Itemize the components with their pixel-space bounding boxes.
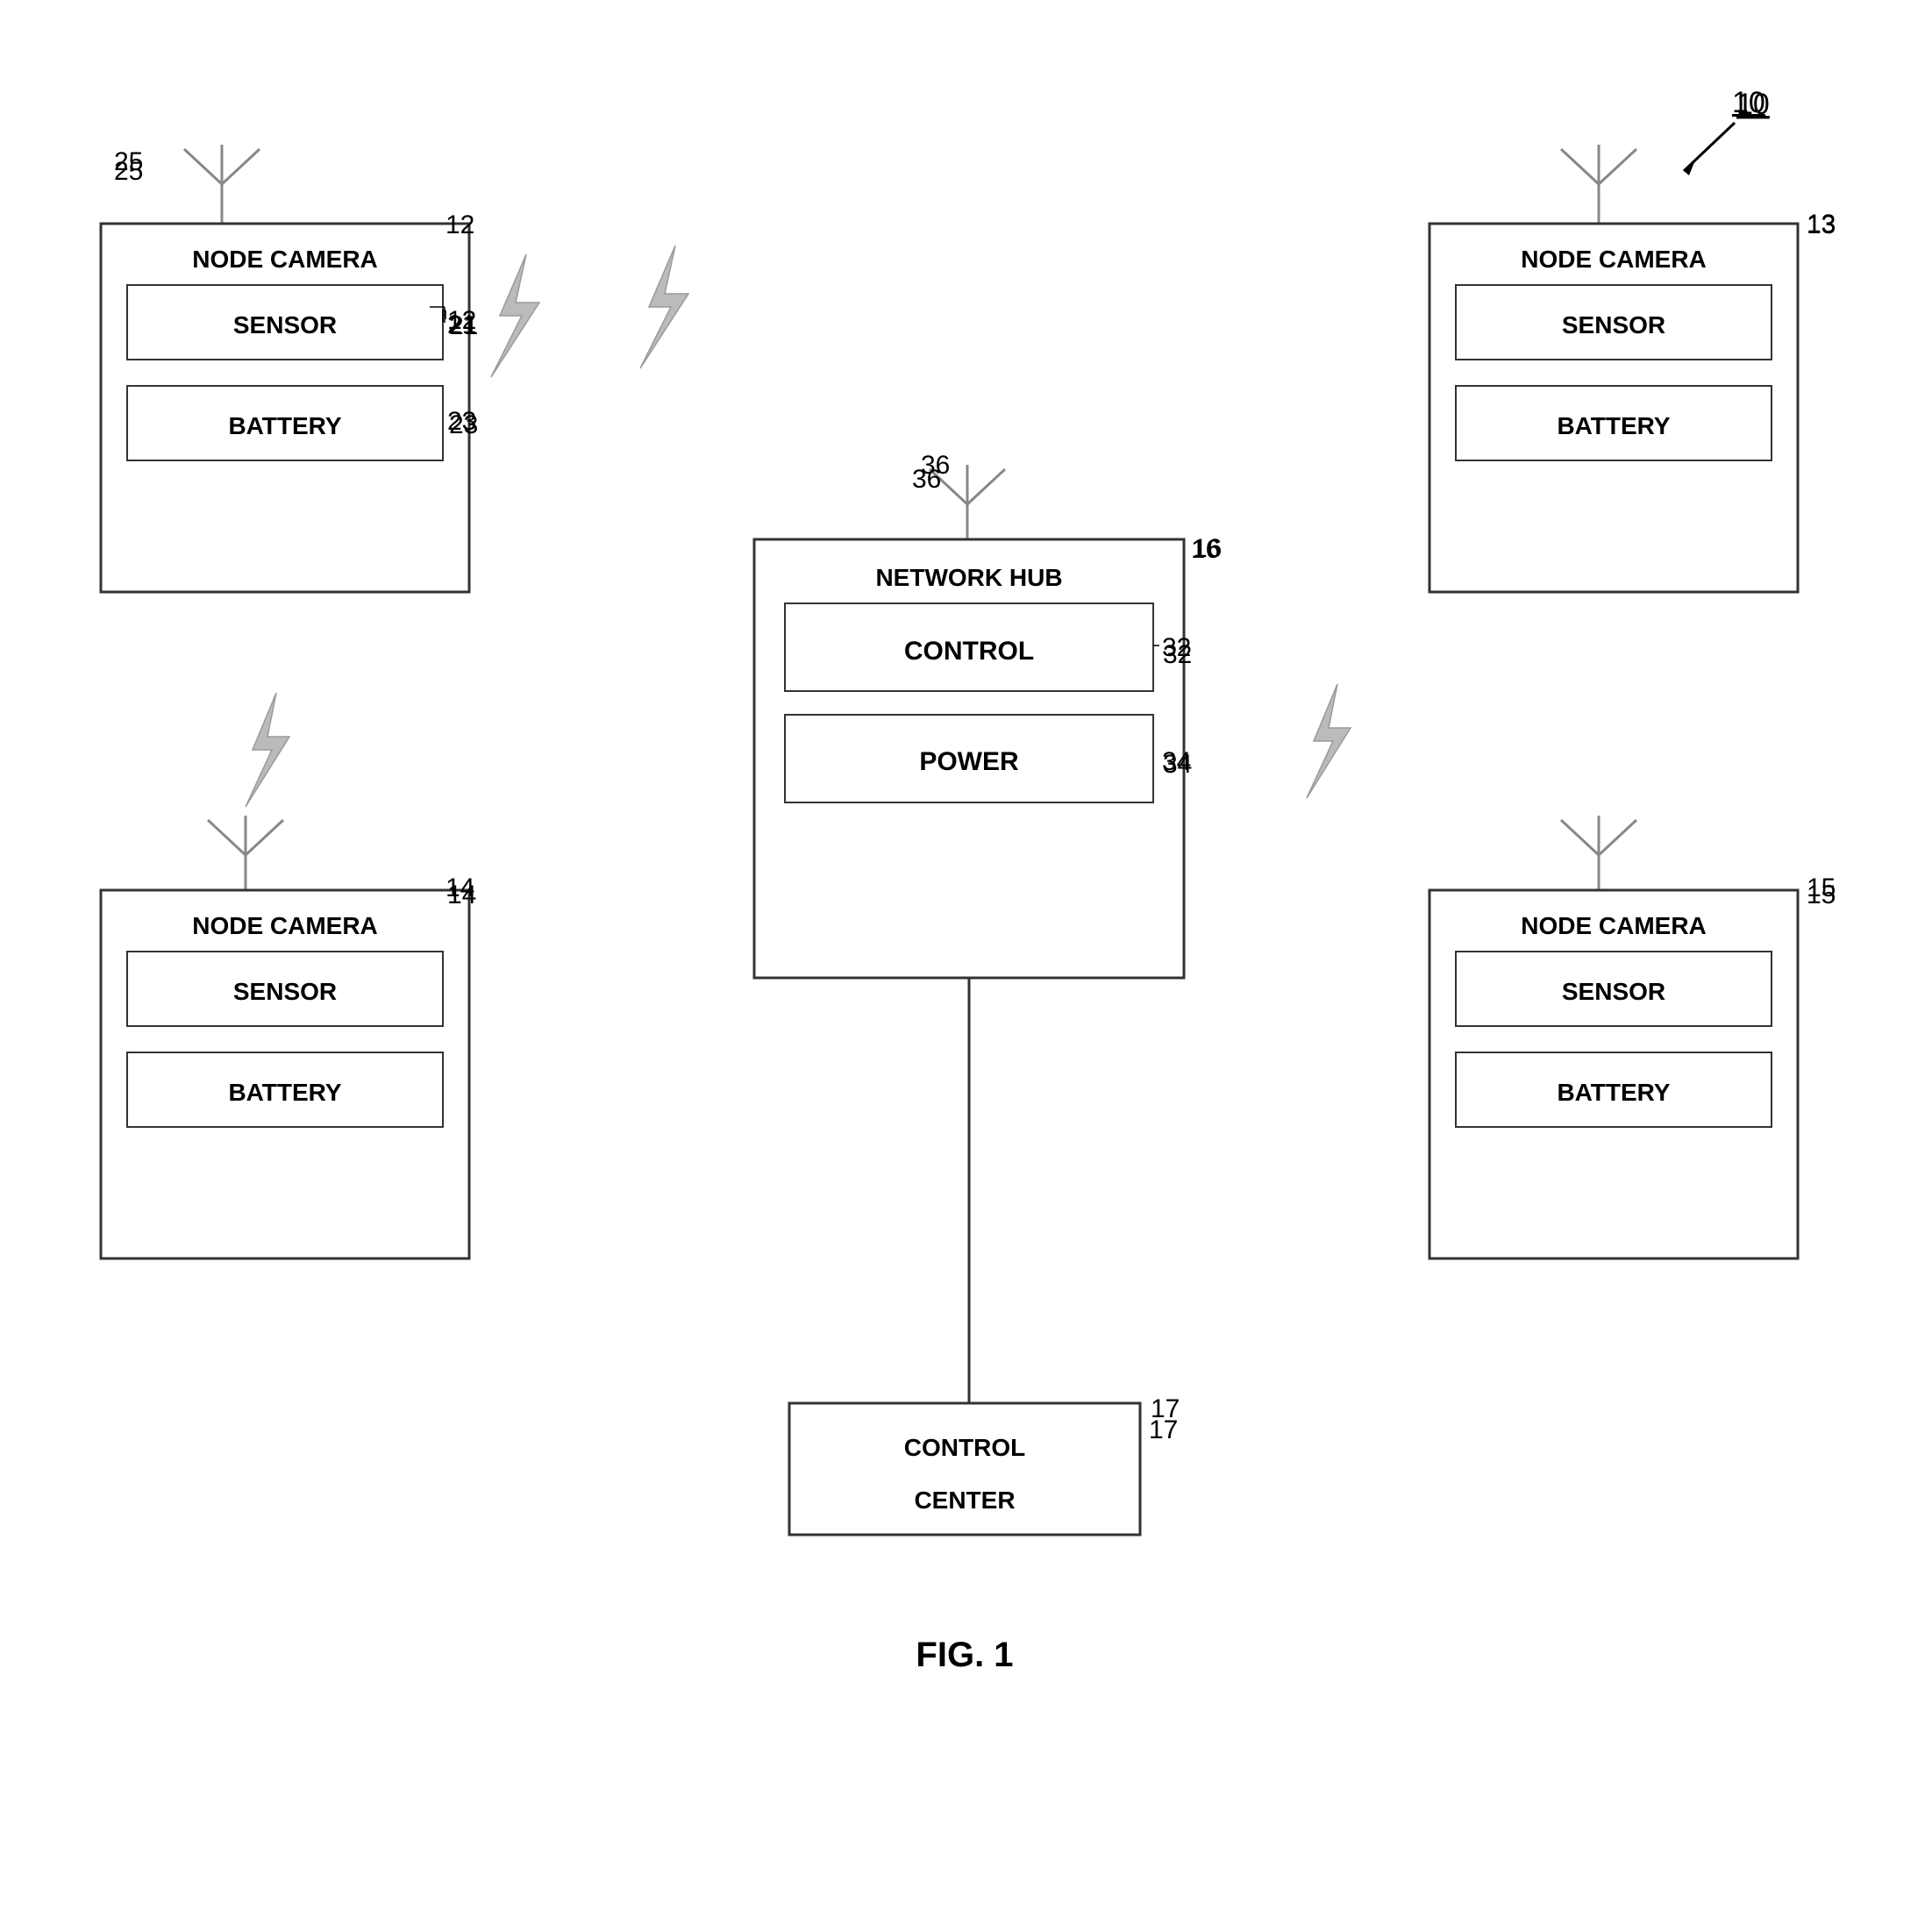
lightning-2 (640, 246, 688, 368)
lightning-3 (246, 693, 289, 807)
node15-battery: BATTERY (1557, 1079, 1670, 1106)
cc-label2: CENTER (914, 1487, 1015, 1514)
label-12: 12 (446, 210, 474, 240)
label-16: 16 (1191, 535, 1220, 565)
node13-title: NODE CAMERA (1521, 246, 1707, 273)
node12-title: NODE CAMERA (192, 246, 378, 273)
fig-label: FIG. 1 (916, 1636, 1013, 1674)
label-13: 13 (1807, 210, 1836, 240)
node13-sensor: SENSOR (1562, 311, 1665, 339)
lightning-4 (1307, 684, 1351, 798)
label-15: 15 (1807, 873, 1836, 903)
hub-control: CONTROL (904, 637, 1034, 666)
label-32: 32 (1163, 640, 1192, 670)
cc-label1: CONTROL (904, 1434, 1025, 1461)
hub-title: NETWORK HUB (875, 564, 1062, 591)
node14-sensor: SENSOR (233, 978, 337, 1005)
lightning-1 (491, 254, 539, 377)
label-25: 25 (114, 147, 143, 177)
main-svg: 10 25 NODE CAMERA SENSOR BATTERY 12 21 2… (0, 0, 1932, 1918)
node12-sensor: SENSOR (233, 311, 337, 339)
node15-sensor: SENSOR (1562, 978, 1665, 1005)
node13-battery: BATTERY (1557, 412, 1670, 439)
node15-title: NODE CAMERA (1521, 912, 1707, 939)
label-36: 36 (912, 465, 941, 495)
label-14: 14 (446, 873, 474, 903)
label-21: 21 (449, 311, 478, 341)
node14-title: NODE CAMERA (192, 912, 378, 939)
diagram-container: 10 25 NODE CAMERA SENSOR BATTERY 12 21 2… (0, 0, 1932, 1918)
hub-power: POWER (919, 747, 1019, 776)
label-23: 23 (449, 410, 478, 440)
label-34: 34 (1163, 750, 1192, 780)
node12-battery: BATTERY (228, 412, 341, 439)
label-10: 10 (1732, 86, 1765, 120)
label-17: 17 (1151, 1394, 1180, 1424)
node14-battery: BATTERY (228, 1079, 341, 1106)
